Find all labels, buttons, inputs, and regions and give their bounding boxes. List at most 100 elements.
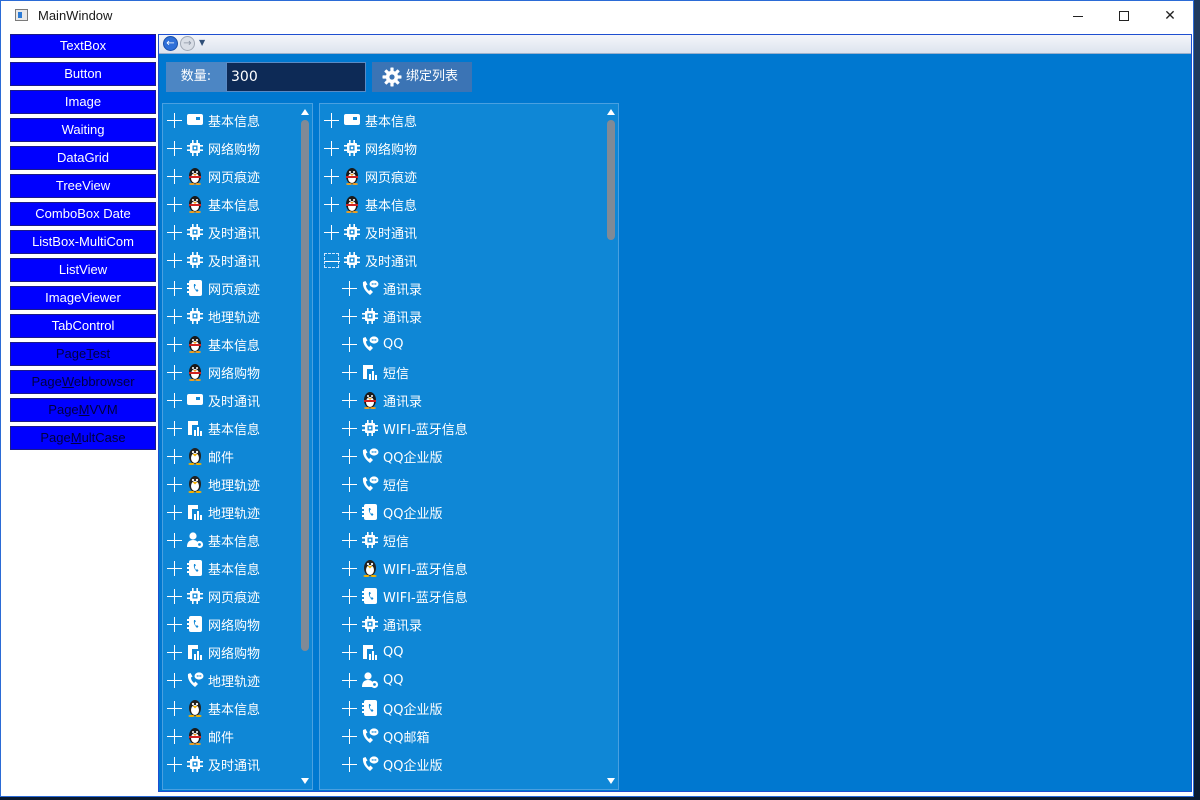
sidebar-item-listview[interactable]: ListView	[10, 258, 156, 282]
tree-item[interactable]: WIFI-蓝牙信息	[342, 554, 468, 582]
tree-expand-icon[interactable]	[324, 140, 339, 156]
tree-expand-icon[interactable]	[342, 392, 357, 408]
tree-item[interactable]: QQ	[342, 638, 403, 666]
tree-expand-icon[interactable]	[167, 616, 182, 632]
vertical-scrollbar[interactable]	[604, 104, 618, 789]
tree-expand-icon[interactable]	[167, 140, 182, 156]
tree-expand-icon[interactable]	[167, 672, 182, 688]
close-button[interactable]: ✕	[1147, 1, 1193, 31]
tree-item[interactable]: 网页痕迹	[167, 162, 260, 190]
tree-expand-icon[interactable]	[342, 280, 357, 296]
tree-item[interactable]: 基本信息	[167, 694, 260, 722]
tree-item[interactable]: 地理轨迹	[167, 302, 260, 330]
tree-expand-icon[interactable]	[167, 392, 182, 408]
tree-item[interactable]: 基本信息	[324, 106, 417, 134]
scroll-down-icon[interactable]	[301, 778, 309, 784]
title-bar[interactable]: MainWindow ✕	[1, 1, 1193, 31]
tree-expand-icon[interactable]	[342, 448, 357, 464]
bind-list-button[interactable]: 绑定列表	[372, 62, 472, 92]
tree-item[interactable]: 网络购物	[167, 638, 260, 666]
tree-item[interactable]: 基本信息	[324, 190, 417, 218]
tree-item[interactable]: 基本信息	[167, 554, 260, 582]
tree-item[interactable]: 通讯录	[342, 610, 422, 638]
maximize-button[interactable]	[1101, 1, 1147, 31]
tree-item[interactable]: WIFI-蓝牙信息	[342, 414, 468, 442]
tree-item[interactable]: 短信	[342, 358, 409, 386]
tree-expand-icon[interactable]	[342, 644, 357, 660]
tree-item[interactable]: 网络购物	[167, 610, 260, 638]
tree-item[interactable]: WIFI-蓝牙信息	[342, 582, 468, 610]
sidebar-item-button[interactable]: Button	[10, 62, 156, 86]
tree-item[interactable]: 及时通讯	[167, 218, 260, 246]
tree-expand-icon[interactable]	[167, 448, 182, 464]
tree-expand-icon[interactable]	[167, 476, 182, 492]
tree-item[interactable]: 网络购物	[167, 134, 260, 162]
tree-view-left[interactable]: 基本信息 网络购物 网页痕迹 基本信息 及时通讯 及时通讯 网页痕迹 地理轨迹 基本信息 网络购物…	[162, 103, 313, 790]
tree-expand-icon[interactable]	[167, 336, 182, 352]
sidebar-item-textbox[interactable]: TextBox	[10, 34, 156, 58]
tree-expand-icon[interactable]	[342, 364, 357, 380]
tree-item[interactable]: QQ邮箱	[342, 722, 429, 750]
tree-expand-icon[interactable]	[167, 504, 182, 520]
scroll-up-icon[interactable]	[607, 109, 615, 115]
tree-expand-icon[interactable]	[342, 532, 357, 548]
sidebar-item-datagrid[interactable]: DataGrid	[10, 146, 156, 170]
tree-item[interactable]: QQ企业版	[342, 498, 442, 526]
tree-expand-icon[interactable]	[342, 476, 357, 492]
tree-expand-icon[interactable]	[342, 588, 357, 604]
tree-expand-icon[interactable]	[167, 252, 182, 268]
tree-item[interactable]: 及时通讯	[324, 218, 417, 246]
tree-item[interactable]: 通讯录	[342, 302, 422, 330]
tree-view-right[interactable]: 基本信息 网络购物 网页痕迹 基本信息 及时通讯 及时通讯 通讯录 通讯录 QQ 短信 通讯录 WIF…	[319, 103, 619, 790]
tree-item[interactable]: 网页痕迹	[167, 582, 260, 610]
tree-expand-icon[interactable]	[342, 504, 357, 520]
sidebar-item-listbox-multicom[interactable]: ListBox-MultiCom	[10, 230, 156, 254]
tree-item[interactable]: 通讯录	[342, 274, 422, 302]
tree-expand-icon[interactable]	[167, 168, 182, 184]
sidebar-item-imageviewer[interactable]: ImageViewer	[10, 286, 156, 310]
tree-item[interactable]: 基本信息	[167, 190, 260, 218]
tree-item[interactable]: 网页痕迹	[324, 162, 417, 190]
tree-item[interactable]: 基本信息	[167, 414, 260, 442]
forward-button[interactable]: →	[180, 36, 195, 51]
tree-expand-icon[interactable]	[167, 560, 182, 576]
tree-item[interactable]: 邮件	[167, 722, 234, 750]
tree-item[interactable]: 及时通讯	[324, 246, 417, 274]
history-dropdown-icon[interactable]: ▼	[199, 38, 205, 47]
sidebar-item-pagemultcase[interactable]: PageMultCase	[10, 426, 156, 450]
tree-expand-icon[interactable]	[324, 168, 339, 184]
scroll-thumb[interactable]	[301, 120, 309, 651]
tree-expand-icon[interactable]	[324, 224, 339, 240]
tree-item[interactable]: 地理轨迹	[167, 666, 260, 694]
sidebar-item-pagetest[interactable]: PageTest	[10, 342, 156, 366]
sidebar-item-pagemvvm[interactable]: PageMVVM	[10, 398, 156, 422]
tree-item[interactable]: 邮件	[167, 442, 234, 470]
vertical-scrollbar[interactable]	[298, 104, 312, 789]
tree-expand-icon[interactable]	[167, 112, 182, 128]
tree-expand-icon[interactable]	[324, 112, 339, 128]
tree-expand-icon[interactable]	[342, 756, 357, 772]
sidebar-item-combobox-date[interactable]: ComboBox Date	[10, 202, 156, 226]
tree-collapse-icon[interactable]	[324, 252, 340, 268]
tree-item[interactable]: QQ	[342, 666, 403, 694]
tree-expand-icon[interactable]	[167, 280, 182, 296]
tree-item[interactable]: QQ企业版	[342, 694, 442, 722]
scroll-up-icon[interactable]	[301, 109, 309, 115]
tree-expand-icon[interactable]	[342, 336, 357, 352]
scroll-down-icon[interactable]	[607, 778, 615, 784]
quantity-input[interactable]: 300	[226, 62, 366, 92]
tree-item[interactable]: QQ企业版	[342, 442, 442, 470]
tree-expand-icon[interactable]	[342, 672, 357, 688]
tree-item[interactable]: 网络购物	[324, 134, 417, 162]
tree-item[interactable]: 短信	[342, 526, 409, 554]
sidebar-item-treeview[interactable]: TreeView	[10, 174, 156, 198]
tree-item[interactable]: 短信	[342, 470, 409, 498]
minimize-button[interactable]	[1055, 1, 1101, 31]
tree-expand-icon[interactable]	[342, 700, 357, 716]
tree-expand-icon[interactable]	[167, 756, 182, 772]
tree-expand-icon[interactable]	[167, 308, 182, 324]
tree-expand-icon[interactable]	[342, 420, 357, 436]
tree-item[interactable]: 通讯录	[342, 386, 422, 414]
tree-item[interactable]: 基本信息	[167, 106, 260, 134]
sidebar-item-waiting[interactable]: Waiting	[10, 118, 156, 142]
